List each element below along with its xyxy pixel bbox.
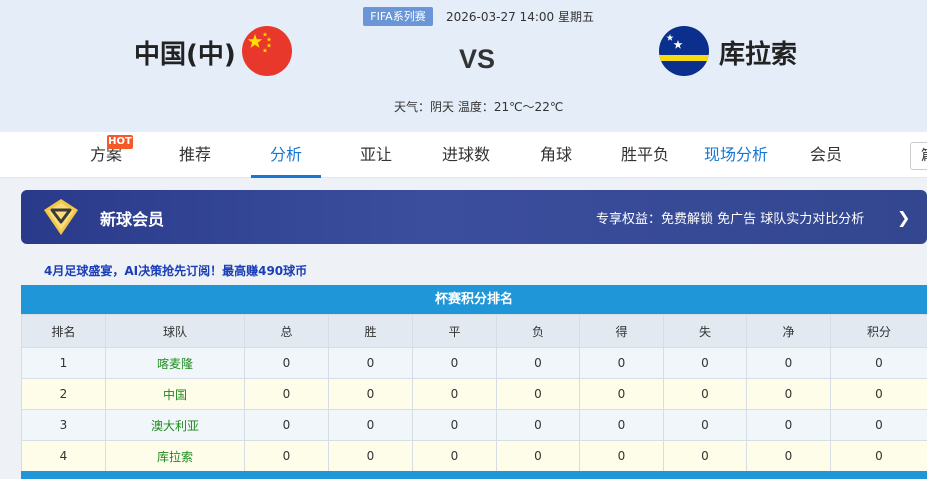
cell-goals-for: 0 [579,409,664,441]
weather-info: 天气：阴天 温度：21℃～22℃ [394,100,564,114]
col-header-points: 积分 [830,314,927,348]
cell-goal-diff: 0 [746,440,831,472]
tab-bar: 方案 推荐 分析 亚让 进球数 角球 胜平负 现场分析 会员 [0,132,927,178]
home-team-name[interactable]: 中国(中) [134,34,236,71]
cell-lost: 0 [496,409,580,441]
side-entry-button[interactable]: 篇 [910,142,927,170]
cell-team[interactable]: 中国 [105,378,245,410]
chevron-right-icon[interactable]: ❯ [897,208,910,227]
cell-played: 0 [244,409,329,441]
cell-points: 0 [830,347,927,379]
tab-goals[interactable]: 进球数 [435,132,497,178]
cell-goal-diff: 0 [746,347,831,379]
cell-rank: 3 [21,409,106,441]
tab-corners[interactable]: 角球 [528,132,584,178]
col-header-played: 总 [244,314,329,348]
col-header-goals-against: 失 [663,314,747,348]
next-section-header [21,471,927,479]
tab-member[interactable]: 会员 [798,132,854,178]
cell-goal-diff: 0 [746,378,831,410]
cell-goals-for: 0 [579,378,664,410]
match-header: FIFA系列赛 2026-03-27 14:00 星期五 中国(中) VS 库拉… [0,0,927,132]
diamond-icon [42,198,80,236]
promo-link[interactable]: 4月足球盛宴，AI决策抢先订阅！最高赚490球币 [44,262,307,279]
col-header-drawn: 平 [412,314,497,348]
tab-live-analysis[interactable]: 现场分析 [700,132,772,178]
cell-goals-against: 0 [663,347,747,379]
cell-lost: 0 [496,378,580,410]
cell-goals-for: 0 [579,347,664,379]
cell-played: 0 [244,440,329,472]
cell-rank: 2 [21,378,106,410]
away-team-name[interactable]: 库拉索 [719,34,797,71]
cell-lost: 0 [496,440,580,472]
cell-rank: 1 [21,347,106,379]
col-header-lost: 负 [496,314,580,348]
competition-badge[interactable]: FIFA系列赛 [363,7,433,26]
table-header-row: 排名 球队 总 胜 平 负 得 失 净 积分 [21,314,927,348]
standings-title: 杯赛积分排名 [21,285,927,314]
cell-points: 0 [830,440,927,472]
col-header-team: 球队 [105,314,245,348]
member-title: 新球会员 [100,210,165,229]
cell-drawn: 0 [412,378,497,410]
cell-goals-for: 0 [579,440,664,472]
cell-goals-against: 0 [663,440,747,472]
member-benefits: 专享权益：免费解锁 免广告 球队实力对比分析 [596,212,865,227]
active-tab-indicator [251,175,321,178]
cell-played: 0 [244,378,329,410]
cell-won: 0 [328,347,413,379]
cell-goals-against: 0 [663,409,747,441]
table-row: 1 喀麦隆 0 0 0 0 0 0 0 0 [21,347,927,379]
col-header-goal-diff: 净 [746,314,831,348]
table-row: 3 澳大利亚 0 0 0 0 0 0 0 0 [21,409,927,441]
cell-team[interactable]: 澳大利亚 [105,409,245,441]
cell-rank: 4 [21,440,106,472]
cell-goals-against: 0 [663,378,747,410]
cell-lost: 0 [496,347,580,379]
cell-team[interactable]: 喀麦隆 [105,347,245,379]
table-row: 2 中国 0 0 0 0 0 0 0 0 [21,378,927,410]
cell-goal-diff: 0 [746,409,831,441]
tab-analysis[interactable]: 分析 [258,132,314,178]
col-header-won: 胜 [328,314,413,348]
tab-recommend[interactable]: 推荐 [167,132,223,178]
cell-drawn: 0 [412,347,497,379]
tab-win-draw-loss[interactable]: 胜平负 [614,132,676,178]
member-banner[interactable]: 新球会员 专享权益：免费解锁 免广告 球队实力对比分析 ❯ [21,190,927,244]
cell-drawn: 0 [412,440,497,472]
china-flag-icon[interactable] [242,26,292,76]
col-header-goals-for: 得 [579,314,664,348]
col-header-rank: 排名 [21,314,106,348]
cell-points: 0 [830,378,927,410]
match-datetime: 2026-03-27 14:00 星期五 [446,10,594,24]
cell-won: 0 [328,378,413,410]
cell-played: 0 [244,347,329,379]
cell-won: 0 [328,440,413,472]
curacao-flag-icon[interactable] [659,26,709,76]
cell-team[interactable]: 库拉索 [105,440,245,472]
standings-table: 杯赛积分排名 排名 球队 总 胜 平 负 得 失 净 积分 1 喀麦隆 0 0 … [21,285,927,472]
table-row: 4 库拉索 0 0 0 0 0 0 0 0 [21,440,927,472]
cell-won: 0 [328,409,413,441]
vs-label: VS [459,44,496,74]
tab-asian-handicap[interactable]: 亚让 [348,132,404,178]
hot-badge: HOT [107,135,133,149]
cell-drawn: 0 [412,409,497,441]
cell-points: 0 [830,409,927,441]
